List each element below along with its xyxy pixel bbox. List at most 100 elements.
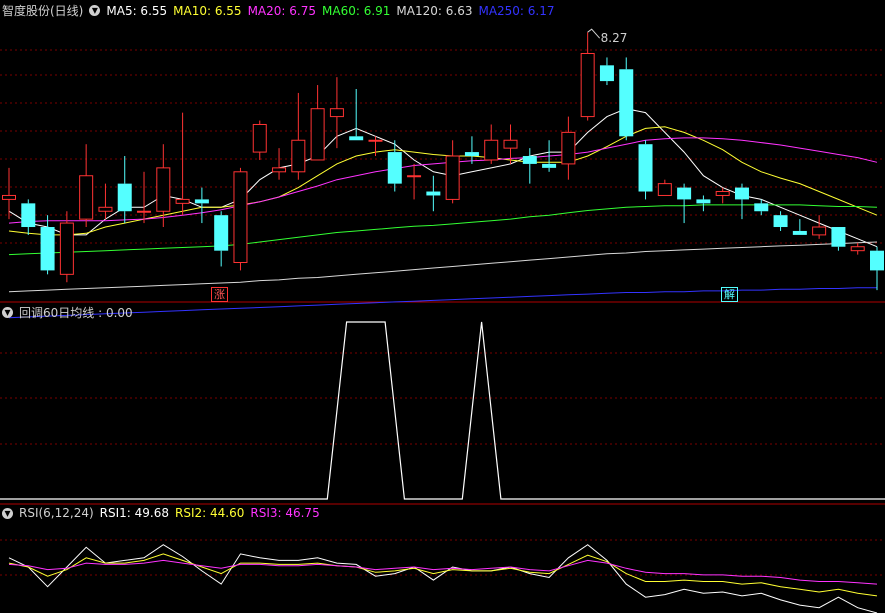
candle <box>619 57 634 141</box>
candle-body <box>426 191 441 196</box>
candle-body <box>117 183 132 212</box>
candle <box>657 179 672 196</box>
ma-lines <box>8 108 878 319</box>
ma-line-ma10 <box>8 126 878 236</box>
candle-body <box>715 191 730 196</box>
main-panel-header: 智度股份(日线) ▾ MA5: 6.55 MA10: 6.55 MA20: 6.… <box>2 2 555 19</box>
candle-body <box>2 194 16 200</box>
candle <box>677 183 692 224</box>
candle <box>175 112 190 216</box>
candle <box>464 136 479 164</box>
candle <box>734 183 749 220</box>
candles <box>2 32 884 291</box>
candle-body <box>773 215 788 228</box>
candle-body <box>329 108 344 118</box>
indicator-title: 回调60日均线 : 0.00 <box>19 306 133 320</box>
candle <box>580 32 595 121</box>
candle-body <box>734 187 749 200</box>
candle-body <box>137 210 152 213</box>
candle <box>407 163 422 200</box>
candle-body <box>445 155 460 200</box>
candle-body <box>272 167 287 173</box>
candle <box>214 211 229 267</box>
high-price-label: 8.27 <box>600 31 628 46</box>
candle <box>233 167 248 271</box>
candle <box>117 156 132 224</box>
candle <box>252 120 267 160</box>
candle-body <box>542 163 557 168</box>
high-marker <box>587 28 601 39</box>
chart-canvas <box>0 28 885 613</box>
candle <box>792 219 807 235</box>
candle <box>329 77 344 149</box>
candle <box>426 175 441 212</box>
collapse-toggle-icon[interactable]: ▾ <box>2 306 13 318</box>
ma120-label: MA120: 6.63 <box>396 3 473 18</box>
candle <box>21 199 36 235</box>
candle <box>599 57 614 86</box>
indicator-panel-header: ▾ 回调60日均线 : 0.00 <box>2 304 133 321</box>
candle <box>40 215 55 275</box>
collapse-toggle-icon[interactable]: ▾ <box>2 507 13 519</box>
candle <box>310 85 325 161</box>
jie-tag[interactable]: 解 <box>721 287 738 302</box>
candle-body <box>175 198 190 204</box>
ma20-label: MA20: 6.75 <box>247 3 316 18</box>
candle-body <box>291 139 306 173</box>
candle <box>272 148 287 180</box>
ma5-label: MA5: 6.55 <box>106 3 168 18</box>
rsi-line-rsi3 <box>8 559 878 585</box>
candle <box>291 92 306 180</box>
candle <box>850 242 865 255</box>
candle-body <box>638 144 653 192</box>
collapse-toggle-icon[interactable]: ▾ <box>89 4 101 16</box>
candle-body <box>40 227 55 271</box>
rsi2-label: RSI2: 44.60 <box>175 506 245 520</box>
candle-body <box>580 52 595 118</box>
candle-body <box>619 69 634 137</box>
ma-line-ma250 <box>8 287 877 319</box>
candle-body <box>194 199 209 204</box>
candle-body <box>21 203 36 228</box>
candle-body <box>156 167 171 212</box>
candle <box>98 183 113 220</box>
candle-body <box>387 152 402 184</box>
candle-body <box>850 246 865 252</box>
high-marker-arrow <box>587 28 601 39</box>
candle <box>831 227 846 251</box>
indicator-line <box>0 321 885 500</box>
candle <box>445 140 460 204</box>
ma-line-ma20 <box>8 137 878 224</box>
candle-body <box>792 230 807 235</box>
candle-body <box>59 222 74 275</box>
indicator-lines <box>0 321 885 500</box>
candle <box>484 124 499 164</box>
ma250-label: MA250: 6.17 <box>478 3 555 18</box>
candle-body <box>812 226 827 236</box>
candle <box>696 195 711 212</box>
candle-body <box>368 139 383 142</box>
candle <box>59 211 74 283</box>
ma-line-ma5 <box>8 108 878 248</box>
candle-body <box>484 139 499 161</box>
candle-body <box>98 206 113 212</box>
candle-body <box>831 227 846 247</box>
candle-body <box>349 136 364 141</box>
rsi-title: RSI(6,12,24) <box>19 506 94 520</box>
candle <box>812 215 827 239</box>
candle <box>137 171 152 224</box>
candle <box>2 167 16 220</box>
candle-body <box>233 171 248 264</box>
candle-body <box>522 156 537 164</box>
candle <box>349 88 364 141</box>
candle-body <box>407 175 422 178</box>
zhang-tag[interactable]: 涨 <box>211 287 228 302</box>
rsi-panel-header: ▾ RSI(6,12,24) RSI1: 49.68 RSI2: 44.60 R… <box>2 506 320 520</box>
candle <box>561 116 576 180</box>
candle <box>773 211 788 231</box>
candle <box>870 246 884 291</box>
rsi-lines <box>8 544 878 613</box>
candle-body <box>677 187 692 200</box>
candle-body <box>696 199 711 204</box>
candle-body <box>464 152 479 157</box>
